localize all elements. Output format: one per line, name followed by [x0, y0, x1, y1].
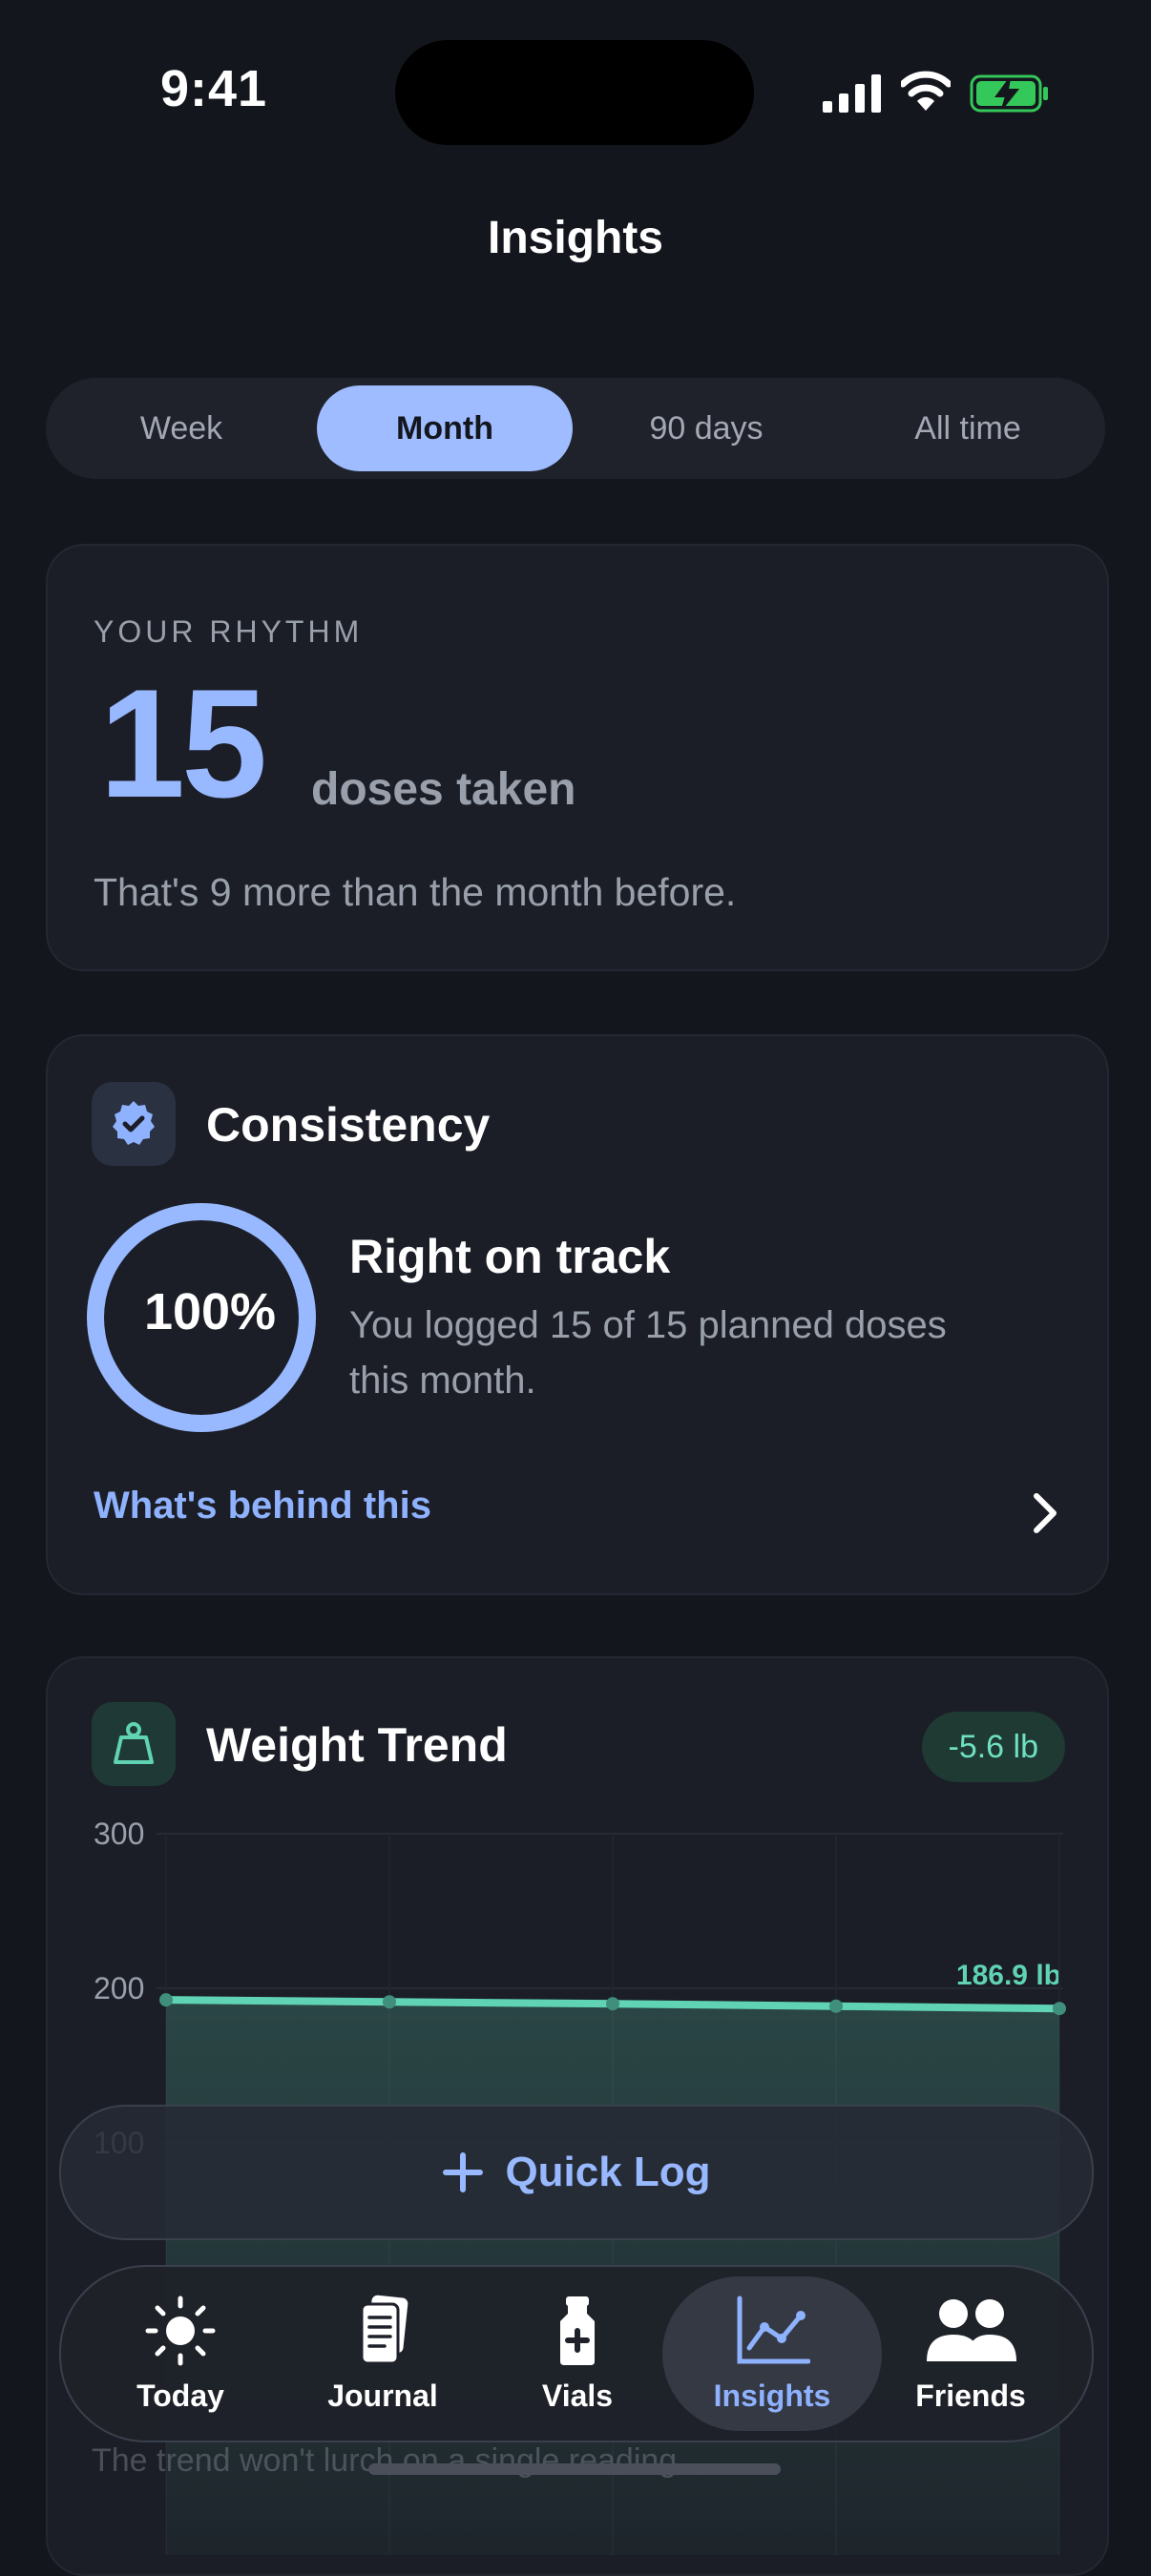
tab-insights[interactable]: Insights	[662, 2276, 882, 2431]
sun-icon	[145, 2296, 216, 2365]
weight-point	[383, 1995, 396, 2009]
journal-icon	[360, 2295, 408, 2364]
range-selector: Week Month 90 days All time	[46, 378, 1105, 479]
consistency-status: Right on track	[349, 1230, 671, 1283]
weight-point	[829, 1999, 843, 2013]
tab-label: Insights	[713, 2378, 831, 2413]
rhythm-label: YOUR RHYTHM	[94, 614, 364, 649]
quick-log-label: Quick Log	[505, 2149, 711, 2195]
weight-point	[159, 1993, 173, 2007]
tab-label: Friends	[915, 2378, 1026, 2413]
vial-icon	[560, 2296, 595, 2365]
range-tab-all-time[interactable]: All time	[840, 385, 1096, 471]
wifi-icon	[901, 71, 951, 111]
consistency-description: You logged 15 of 15 planned doses this m…	[349, 1304, 947, 1402]
rhythm-comparison: That's 9 more than the month before.	[94, 870, 737, 914]
tab-journal[interactable]: Journal	[273, 2276, 492, 2431]
page-title: Insights	[487, 213, 663, 263]
tab-label: Today	[136, 2378, 224, 2413]
chevron-right-icon[interactable]	[1031, 1492, 1059, 1534]
range-tab-90-days[interactable]: 90 days	[578, 385, 834, 471]
tab-today[interactable]: Today	[71, 2276, 290, 2431]
quick-log-button[interactable]: Quick Log	[59, 2105, 1094, 2240]
tab-friends[interactable]: Friends	[861, 2276, 1080, 2431]
weight-point	[1053, 2002, 1066, 2016]
chart-icon	[737, 2296, 810, 2363]
consistency-percent: 100%	[143, 1283, 277, 1340]
tab-label: Vials	[541, 2378, 614, 2413]
status-time: 9:41	[160, 60, 268, 117]
verified-badge-icon	[92, 1082, 176, 1166]
doses-unit: doses taken	[311, 764, 576, 815]
tab-vials[interactable]: Vials	[468, 2276, 687, 2431]
consistency-title: Consistency	[206, 1098, 491, 1152]
weight-point	[606, 1997, 619, 2011]
dynamic-island	[395, 40, 754, 145]
doses-count: 15	[99, 657, 267, 830]
battery-charging-icon	[970, 74, 1048, 113]
signal-icon	[823, 74, 881, 113]
whats-behind-link[interactable]: What's behind this	[94, 1485, 431, 1527]
friends-icon	[927, 2298, 1016, 2361]
consistency-card: Consistency 100% Right on track You logg…	[46, 1034, 1109, 1595]
range-tab-week[interactable]: Week	[53, 385, 309, 471]
tab-label: Journal	[327, 2378, 438, 2413]
rhythm-card: YOUR RHYTHM 15 doses taken That's 9 more…	[46, 544, 1109, 971]
range-tab-month[interactable]: Month	[317, 385, 573, 471]
tab-bar: Today Journal Vials Insights Friends	[59, 2265, 1094, 2442]
plus-icon	[443, 2152, 484, 2192]
home-indicator[interactable]	[368, 2463, 781, 2475]
